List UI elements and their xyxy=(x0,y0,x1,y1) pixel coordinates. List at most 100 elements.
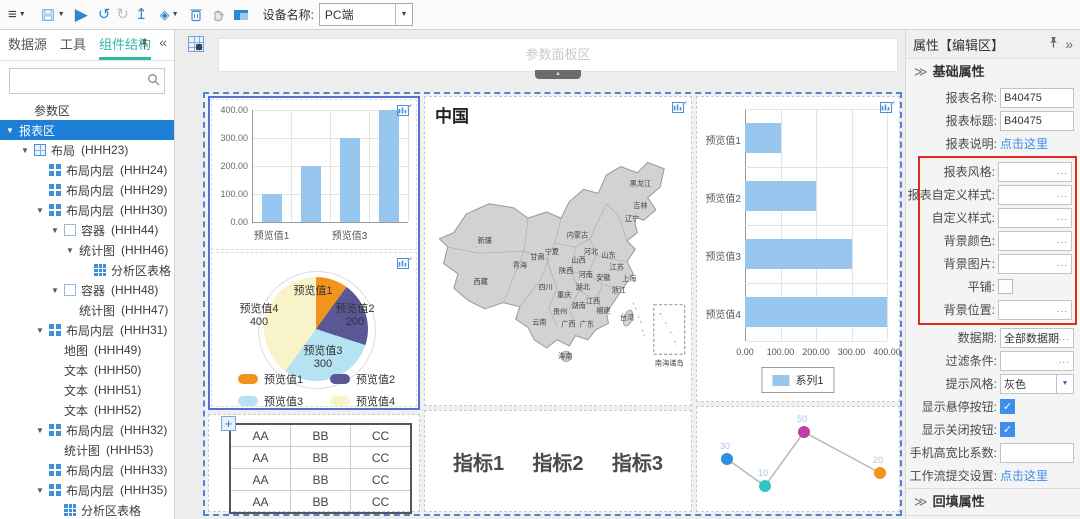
panel-layout-icon[interactable] xyxy=(233,2,249,28)
table-widget[interactable]: + AABBCCAABBCCAABBCCAABBCC xyxy=(208,414,420,512)
chart-settings-icon[interactable] xyxy=(397,103,412,121)
tree-item[interactable]: ▼布局内层(HHH30) xyxy=(0,200,174,220)
selected-chart-container[interactable]: 0.00100.00200.00300.00400.00预览值1预览值3 预览值… xyxy=(208,96,420,410)
tree-item[interactable]: 地图(HHH49) xyxy=(0,340,174,360)
property-input[interactable]: ... xyxy=(998,162,1072,182)
table-cell[interactable]: CC xyxy=(351,424,412,447)
tree-item[interactable]: 参数区 xyxy=(0,100,174,120)
tree-expand-icon[interactable]: ▼ xyxy=(66,246,79,255)
tree-item[interactable]: 文本(HHH51) xyxy=(0,380,174,400)
device-select[interactable]: PC端 ▼ xyxy=(319,3,413,26)
delete-icon[interactable] xyxy=(189,2,203,28)
tree-item[interactable]: 分析区表格 xyxy=(0,260,174,280)
redo-icon[interactable]: ↻ xyxy=(116,2,129,28)
property-input[interactable]: ... xyxy=(998,185,1072,205)
column-chart-widget[interactable]: 0.00100.00200.00300.00400.00预览值1预览值3 xyxy=(211,99,417,250)
property-input[interactable]: B40475 xyxy=(1000,88,1074,108)
save-dropdown-icon[interactable]: ▼ xyxy=(56,11,67,18)
tab-datasource[interactable]: 数据源 xyxy=(8,30,47,60)
table-cell[interactable]: AA xyxy=(230,469,291,491)
collapse-right-icon[interactable]: » xyxy=(1065,36,1073,52)
bar-chart-widget[interactable]: 系列1 预览值1预览值2预览值3预览值40.00100.00200.00300.… xyxy=(696,96,900,402)
tab-tools[interactable]: 工具 xyxy=(60,30,86,60)
property-link[interactable]: 点击这里 xyxy=(1000,467,1048,484)
more-options-button[interactable]: ... xyxy=(1057,213,1068,223)
line-chart-widget[interactable]: 30105020 xyxy=(696,406,900,512)
table-cell[interactable]: CC xyxy=(351,469,412,491)
more-options-button[interactable]: ... xyxy=(1057,167,1068,177)
chart-settings-icon[interactable] xyxy=(397,256,412,274)
legend-item[interactable]: 预览值3 xyxy=(238,393,303,409)
search-input[interactable] xyxy=(14,71,158,91)
parameter-panel[interactable]: 参数面板区 ▲ xyxy=(218,38,898,72)
run-icon[interactable]: ▶ xyxy=(75,2,88,28)
tree-item[interactable]: 布局内层(HHH29) xyxy=(0,180,174,200)
legend-item[interactable]: 预览值1 xyxy=(238,371,303,387)
legend-item[interactable]: 预览值2 xyxy=(330,371,395,387)
tree-expand-icon[interactable]: ▼ xyxy=(36,206,49,215)
tree-item[interactable]: ▼报表区 xyxy=(0,120,174,140)
tree-item[interactable]: ▼布局内层(HHH31) xyxy=(0,320,174,340)
property-select[interactable]: 灰色▼ xyxy=(1000,374,1074,394)
property-input[interactable]: 全部数据期... xyxy=(1000,328,1074,348)
property-input[interactable]: ... xyxy=(1000,351,1074,371)
chevron-down-icon[interactable]: ▼ xyxy=(395,4,412,25)
table-cell[interactable]: CC xyxy=(351,447,412,469)
tree-item[interactable]: ▼布局内层(HHH35) xyxy=(0,480,174,500)
tree-item[interactable]: ▼布局内层(HHH32) xyxy=(0,420,174,440)
menu-dropdown-icon[interactable]: ▼ xyxy=(17,11,28,18)
tree-item[interactable]: 分析区表格 xyxy=(0,500,174,519)
legend-item[interactable]: 预览值4 xyxy=(330,393,395,409)
collapse-left-icon[interactable]: « xyxy=(159,34,167,50)
search-icon[interactable] xyxy=(147,73,160,91)
hand-icon[interactable] xyxy=(211,2,225,28)
undo-icon[interactable]: ↺ xyxy=(98,2,111,28)
tree-expand-icon[interactable]: ▼ xyxy=(21,146,34,155)
table-cell[interactable]: BB xyxy=(291,447,351,469)
save-icon[interactable] xyxy=(40,2,56,28)
tree-expand-icon[interactable]: ▼ xyxy=(51,286,64,295)
tree-expand-icon[interactable]: ▼ xyxy=(51,226,64,235)
tree-item[interactable]: 文本(HHH52) xyxy=(0,400,174,420)
more-options-button[interactable]: ... xyxy=(1059,333,1070,343)
tree-expand-icon[interactable]: ▼ xyxy=(6,126,19,135)
pin-icon[interactable] xyxy=(139,38,150,56)
indicators-widget[interactable]: 指标1指标2指标3 xyxy=(424,410,692,512)
tree-expand-icon[interactable]: ▼ xyxy=(36,486,49,495)
tree-item[interactable]: 文本(HHH50) xyxy=(0,360,174,380)
more-options-button[interactable]: ... xyxy=(1057,236,1068,246)
chart-settings-icon[interactable] xyxy=(880,100,895,118)
tree-item[interactable]: 布局内层(HHH24) xyxy=(0,160,174,180)
chevron-down-icon[interactable]: ▼ xyxy=(1056,375,1073,393)
tree-item[interactable]: ▼容器(HHH44) xyxy=(0,220,174,240)
more-options-button[interactable]: ... xyxy=(1057,259,1068,269)
property-input[interactable]: ... xyxy=(998,254,1072,274)
more-options-button[interactable]: ... xyxy=(1057,305,1068,315)
property-checkbox[interactable] xyxy=(998,279,1013,294)
property-checkbox[interactable]: ✓ xyxy=(1000,422,1015,437)
tree-item[interactable]: 布局内层(HHH33) xyxy=(0,460,174,480)
table-cell[interactable]: AA xyxy=(230,424,291,447)
tree-item[interactable]: ▼布局(HHH23) xyxy=(0,140,174,160)
tree-item[interactable]: 统计图(HHH47) xyxy=(0,300,174,320)
table-cell[interactable]: BB xyxy=(291,469,351,491)
property-link[interactable]: 点击这里 xyxy=(1000,135,1048,152)
table-cell[interactable]: BB xyxy=(291,424,351,447)
panel-collapse-handle[interactable]: ▲ xyxy=(535,70,581,79)
table-cell[interactable]: AA xyxy=(230,491,291,514)
format-dropdown-icon[interactable]: ▼ xyxy=(170,11,181,18)
section-basic-properties[interactable]: ≫基础属性 xyxy=(906,59,1080,85)
tree-expand-icon[interactable]: ▼ xyxy=(36,326,49,335)
move-handle-icon[interactable]: + xyxy=(221,416,236,431)
more-options-button[interactable]: ... xyxy=(1059,356,1070,366)
table-cell[interactable]: BB xyxy=(291,491,351,514)
tree-item[interactable]: ▼容器(HHH48) xyxy=(0,280,174,300)
tree-item[interactable]: ▼统计图(HHH46) xyxy=(0,240,174,260)
more-options-button[interactable]: ... xyxy=(1057,190,1068,200)
upload-icon[interactable]: ↥ xyxy=(135,2,148,28)
property-checkbox[interactable]: ✓ xyxy=(1000,399,1015,414)
map-widget[interactable]: 中国 xyxy=(424,96,692,406)
table-cell[interactable]: AA xyxy=(230,447,291,469)
table-cell[interactable]: CC xyxy=(351,491,412,514)
preview-table[interactable]: AABBCCAABBCCAABBCCAABBCC xyxy=(229,423,412,514)
